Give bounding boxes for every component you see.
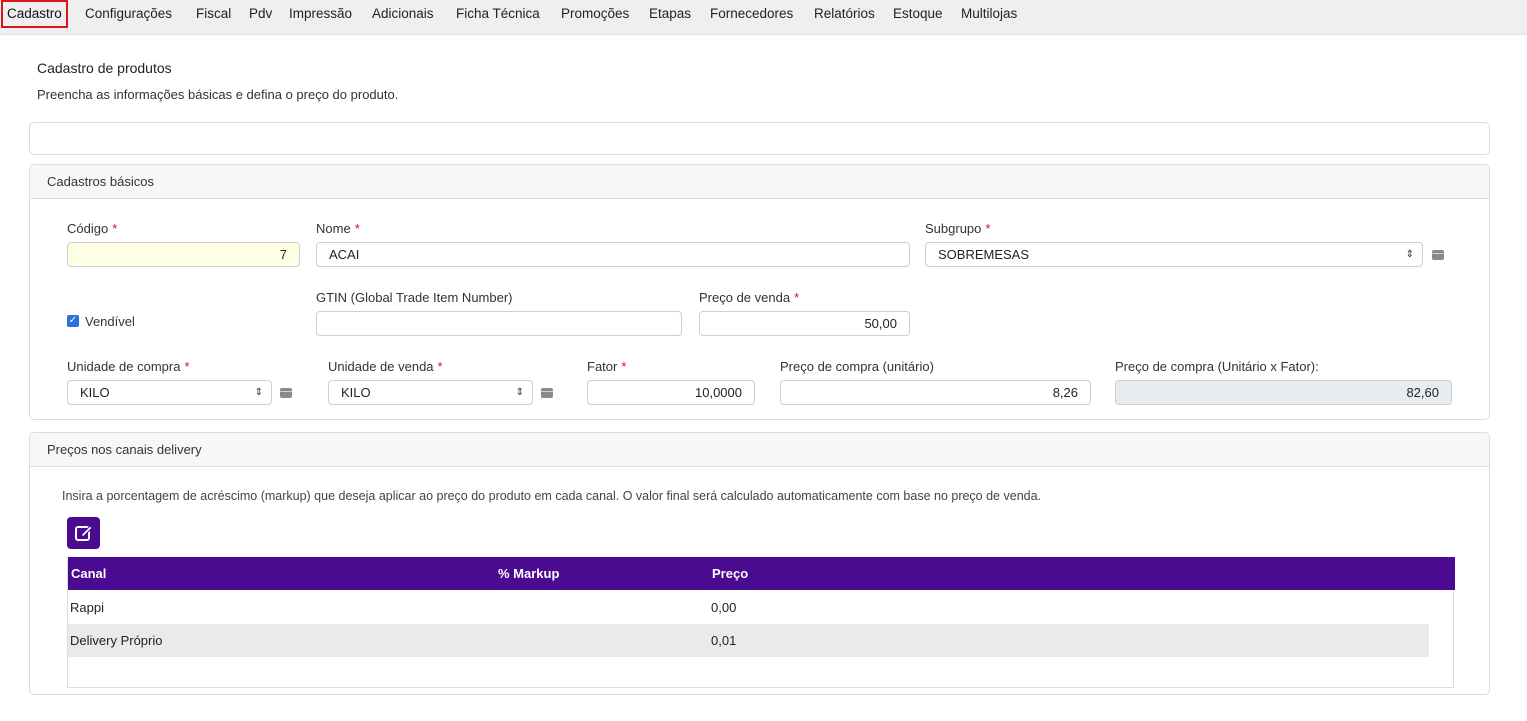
preco-venda-label: Preço de venda * xyxy=(699,290,800,305)
subgrupo-label: Subgrupo * xyxy=(925,221,991,236)
gtin-label: GTIN (Global Trade Item Number) xyxy=(316,290,513,305)
subgrupo-value: SOBREMESAS xyxy=(938,247,1030,262)
codigo-label: Código * xyxy=(67,221,118,236)
gtin-field[interactable] xyxy=(316,311,682,336)
tab-impressao[interactable]: Impressão xyxy=(289,0,352,28)
page-title: Cadastro de produtos xyxy=(37,60,172,76)
preco-cell: 0,01 xyxy=(711,633,737,648)
subgrupo-select[interactable]: SOBREMESAS ⇕ xyxy=(925,242,1423,267)
preco-cell: 0,00 xyxy=(711,600,737,615)
tab-pdv[interactable]: Pdv xyxy=(249,0,272,28)
tab-configuracoes[interactable]: Configurações xyxy=(85,0,172,28)
preco-compra-total-field: 82,60 xyxy=(1115,380,1452,405)
column-header-preco: Preço xyxy=(712,566,749,581)
fator-field[interactable]: 10,0000 xyxy=(587,380,755,405)
unidade-venda-select[interactable]: KILO ⇕ xyxy=(328,380,533,405)
updown-arrow-icon: ⇕ xyxy=(515,387,524,398)
preco-compra-total-label: Preço de compra (Unitário x Fator): xyxy=(1115,359,1319,374)
tab-fornecedores[interactable]: Fornecedores xyxy=(710,0,793,28)
unidade-venda-value: KILO xyxy=(341,385,371,400)
empty-panel xyxy=(29,122,1490,155)
preco-venda-field[interactable]: 50,00 xyxy=(699,311,910,336)
fator-label: Fator * xyxy=(587,359,627,374)
checkmark-icon: ✓ xyxy=(68,315,78,326)
vendivel-checkbox[interactable]: ✓ xyxy=(67,315,79,327)
tab-relatorios[interactable]: Relatórios xyxy=(814,0,875,28)
card-header: Preços nos canais delivery xyxy=(30,433,1489,467)
tab-bar: Cadastro Configurações Fiscal Pdv Impres… xyxy=(0,0,1527,35)
updown-arrow-icon: ⇕ xyxy=(1405,249,1414,260)
tab-multilojas[interactable]: Multilojas xyxy=(961,0,1017,28)
table-row[interactable]: Rappi 0,00 xyxy=(68,591,1429,624)
codigo-field[interactable]: 7 xyxy=(67,242,300,267)
tab-etapas[interactable]: Etapas xyxy=(649,0,691,28)
page-subtitle: Preencha as informações básicas e defina… xyxy=(37,87,399,102)
tab-promocoes[interactable]: Promoções xyxy=(561,0,629,28)
delivery-table: Canal % Markup Preço Rappi 0,00 Delivery… xyxy=(67,557,1455,688)
table-row[interactable]: Delivery Próprio 0,01 xyxy=(68,624,1429,657)
list-icon[interactable] xyxy=(1432,250,1444,260)
column-header-canal: Canal xyxy=(71,566,107,581)
markup-info-text: Insira a porcentagem de acréscimo (marku… xyxy=(62,489,1042,503)
canal-cell: Rappi xyxy=(70,600,104,615)
nome-label: Nome * xyxy=(316,221,360,236)
tab-fiscal[interactable]: Fiscal xyxy=(196,0,231,28)
vendivel-label: Vendível xyxy=(85,314,135,329)
unidade-venda-label: Unidade de venda * xyxy=(328,359,443,374)
unidade-compra-value: KILO xyxy=(80,385,110,400)
edit-icon xyxy=(75,525,93,541)
tab-cadastro[interactable]: Cadastro xyxy=(1,0,68,28)
canal-cell: Delivery Próprio xyxy=(70,633,163,648)
edit-button[interactable] xyxy=(67,517,100,549)
table-header: Canal % Markup Preço xyxy=(68,557,1455,590)
unidade-compra-select[interactable]: KILO ⇕ xyxy=(67,380,272,405)
nome-field[interactable]: ACAI xyxy=(316,242,910,267)
tab-adicionais[interactable]: Adicionais xyxy=(372,0,434,28)
updown-arrow-icon: ⇕ xyxy=(254,387,263,398)
unidade-compra-label: Unidade de compra * xyxy=(67,359,190,374)
card-header: Cadastros básicos xyxy=(30,165,1489,199)
list-icon[interactable] xyxy=(280,388,292,398)
preco-compra-label: Preço de compra (unitário) xyxy=(780,359,934,374)
list-icon[interactable] xyxy=(541,388,553,398)
tab-ficha-tecnica[interactable]: Ficha Técnica xyxy=(456,0,540,28)
column-header-markup: % Markup xyxy=(498,566,560,581)
tab-estoque[interactable]: Estoque xyxy=(893,0,943,28)
preco-compra-field[interactable]: 8,26 xyxy=(780,380,1091,405)
